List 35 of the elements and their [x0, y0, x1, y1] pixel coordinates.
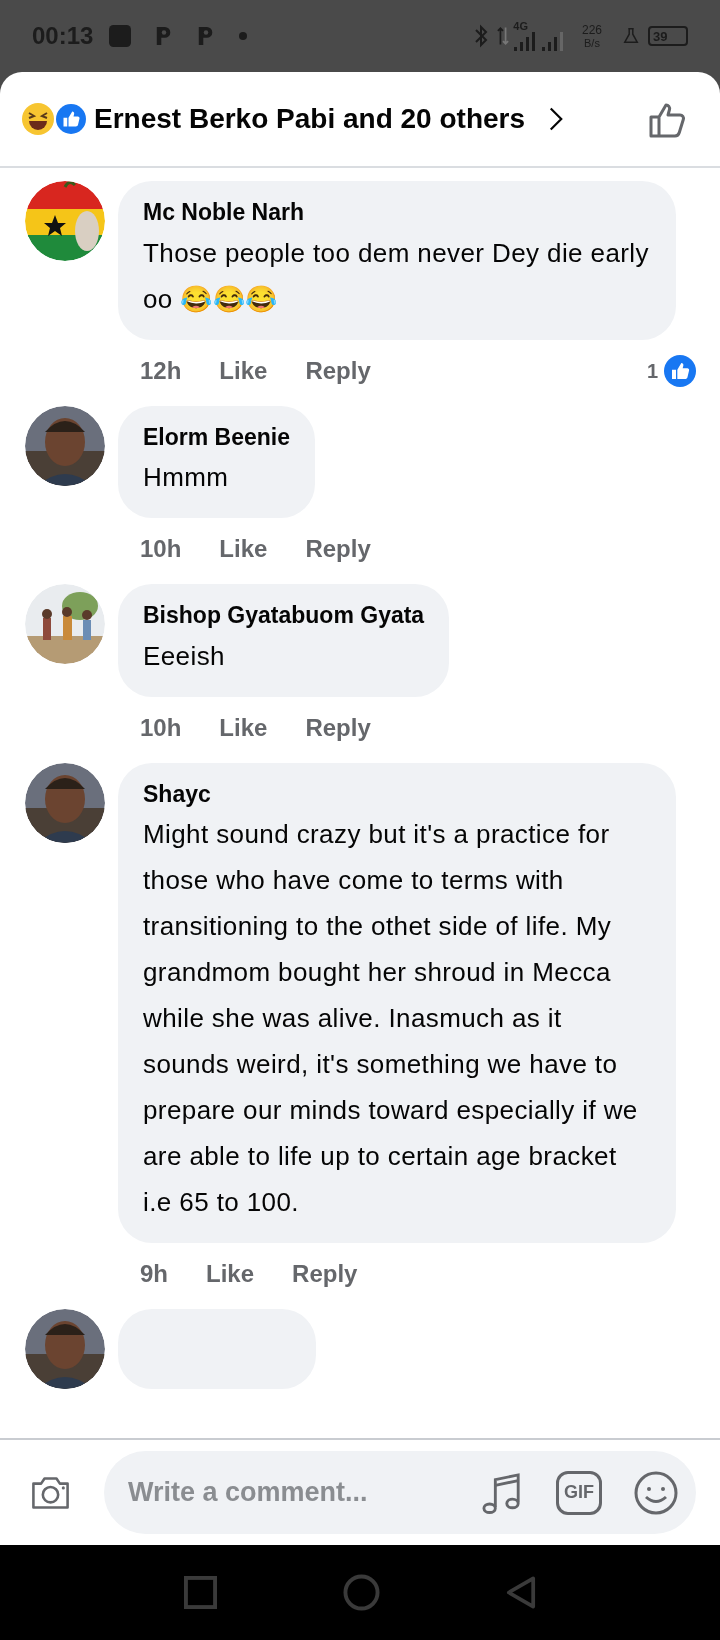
commenter-name[interactable]: Shayc — [143, 776, 651, 811]
flask-icon — [622, 27, 640, 45]
like-reaction-icon — [664, 354, 696, 387]
emoji-icon[interactable] — [634, 1470, 678, 1515]
comment-text: Eeeish — [143, 639, 226, 673]
chevron-right-icon[interactable] — [549, 105, 564, 133]
comment-time: 12h — [140, 355, 182, 386]
comment-field[interactable]: Write a comment... GIF — [104, 1451, 696, 1534]
like-link[interactable]: Like — [206, 1256, 255, 1292]
commenter-name[interactable]: Bishop Gyatabuom Gyata — [143, 598, 425, 633]
reply-link[interactable]: Reply — [305, 531, 371, 567]
commenter-name[interactable]: Elorm Beenie — [143, 419, 290, 454]
comment-time: 9h — [140, 1259, 168, 1289]
like-link[interactable]: Like — [219, 531, 268, 567]
laughing-emoji-icon — [22, 103, 54, 135]
reply-link[interactable]: Reply — [305, 709, 371, 746]
like-reaction-icon — [56, 104, 86, 134]
reply-link[interactable]: Reply — [292, 1256, 358, 1292]
comment-text: Might sound crazy but it's a practice for those who have come to terms with transitioning to the othet side of life. My grandmom bought her shroud in Mecca while she was alive. Inasmuch as it sounds weird, it's something we have to prepare our minds toward especially if we are able to life up to certain age bracket i.e 65 to 100. — [143, 818, 639, 1219]
reaction-count: 1 — [646, 358, 658, 384]
data-arrows-icon — [497, 24, 510, 48]
like-link[interactable]: Like — [219, 352, 268, 389]
reactions-summary[interactable]: Ernest Berko Pabi and 20 others — [94, 98, 526, 140]
music-note-icon[interactable] — [482, 1470, 522, 1515]
comment-text: Those people too dem never Dey die early oo 😂😂😂 — [143, 236, 650, 316]
comment-time: 10h — [140, 712, 182, 743]
comment-text: Hmmm — [143, 461, 230, 494]
comment-time: 10h — [140, 534, 182, 564]
bluetooth-icon — [473, 24, 490, 48]
reply-link[interactable]: Reply — [305, 352, 371, 389]
dot-icon — [239, 32, 248, 40]
gif-button[interactable]: GIF — [556, 1470, 602, 1515]
like-link[interactable]: Like — [219, 709, 268, 746]
notification-icon — [109, 25, 132, 47]
commenter-name[interactable]: Mc Noble Narh — [143, 195, 651, 230]
